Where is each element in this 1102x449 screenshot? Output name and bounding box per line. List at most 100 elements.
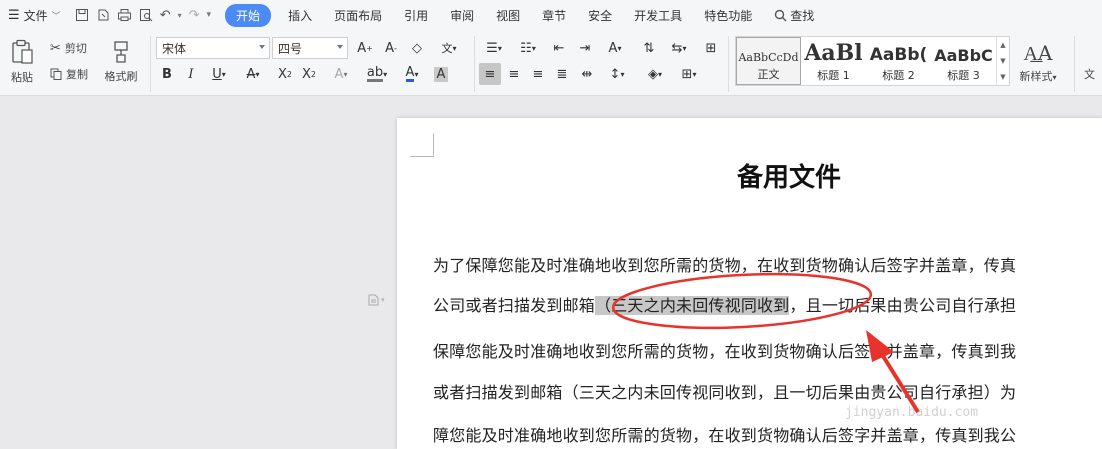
style-label: 标题 1 [817,69,850,82]
shading-icon[interactable]: ◈ ▾ [640,63,670,85]
italic-icon[interactable]: I [180,63,202,85]
increase-indent-icon[interactable]: ⇥ [574,37,596,59]
more-icon: ▼ [1000,73,1006,81]
text-line[interactable]: 保障您能及时准确地收到您所需的货物，在收到货物确认后签字并盖章，传真到我 [433,338,1016,362]
copy-icon [50,68,62,80]
align-left-icon[interactable]: ≡ [479,63,501,85]
style-heading-2[interactable]: AaBb( 标题 2 [866,37,931,85]
zoom-preview-icon[interactable] [139,8,153,22]
highlight-color-icon[interactable]: ab ▾ [362,63,392,85]
chevron-down-icon: ﹀ [51,11,61,22]
brush-icon [114,41,128,63]
copy-label: 复制 [66,68,88,81]
selected-text[interactable]: （三天之内未回传视同收到 [595,296,790,315]
chevron-down-icon: ▼ [1000,57,1006,65]
print-preview-icon[interactable] [96,8,110,22]
decrease-indent-icon[interactable]: ⇤ [548,37,570,59]
subscript-icon[interactable]: X2 [298,63,320,85]
font-size-select[interactable]: 四号 [272,37,348,59]
tab-0[interactable]: 开始 [225,3,272,27]
chinese-layout-icon[interactable]: A ▾ [600,37,630,59]
cut-label: 剪切 [64,42,87,55]
text-effect-icon[interactable]: A ▾ [326,63,356,85]
tab-6[interactable]: 章节 [531,7,577,24]
styles-scroll[interactable]: ▲ ▼ ▼ [996,37,1009,85]
superscript-icon[interactable]: X2 [274,63,296,85]
grow-font-icon[interactable]: A + [354,37,376,59]
style-label: 标题 3 [947,69,980,82]
divider [1074,36,1075,92]
styles-gallery: AaBbCcDd 正文 AaBl 标题 1 AaBb( 标题 2 AaBbC 标… [735,36,1010,86]
font-name-value: 宋体 [162,41,187,56]
clipboard-icon [12,39,33,64]
justify-icon[interactable]: ≣ [551,63,573,85]
tab-3[interactable]: 引用 [393,7,439,24]
customize-toolbar-icon[interactable]: ▾ [207,10,212,20]
show-hide-marks-icon[interactable]: ⇆ ▾ [664,37,694,59]
style-preview: AaBl [804,40,863,66]
copy-button[interactable]: 复制 [50,64,88,84]
tab-4[interactable]: 审阅 [439,7,485,24]
divider [150,36,151,92]
chevron-down-icon: ▾ [381,296,385,304]
search-button[interactable]: 查找 [763,7,825,24]
text-line[interactable]: 或者扫描发到邮箱（三天之内未回传视同收到，且一切后果由贵公司自行承担）为 [433,379,1016,403]
text-run: 公司或者扫描发到邮箱 [433,296,596,315]
chevron-down-icon[interactable]: ▾ [178,11,182,20]
clear-format-icon[interactable]: ◇ [406,37,428,59]
borders-icon[interactable]: ⊞ ▾ [674,63,704,85]
font-color-icon[interactable]: A ▾ [398,63,426,85]
numbered-list-icon[interactable]: ☷ ▾ [514,37,542,59]
bullet-list-icon[interactable]: ☰ ▾ [480,37,508,59]
divider [474,36,475,92]
text-line[interactable]: 为了保障您能及时准确地收到您所需的货物，在收到货物确认后签字并盖章，传真 [433,252,1016,276]
print-icon[interactable] [117,8,132,22]
menu-bar: ☰ 文件 ﹀ ↶ ▾ ↷ ▾ 开始 插入 页面布局 引用 审阅 视图 章节 安全… [0,0,1102,30]
text-line[interactable]: 公司或者扫描发到邮箱（三天之内未回传视同收到，且一切后果由贵公司自行承担 [433,292,1016,316]
format-painter-button[interactable]: 格式刷 [100,36,142,88]
table-layout-icon[interactable]: ⊞ [700,37,722,59]
text-line[interactable]: 障您能及时准确地收到您所需的货物，在收到货物确认后签字并盖章，传真到我公 [433,422,1016,446]
tab-2[interactable]: 页面布局 [323,7,393,24]
chevron-down-icon [259,45,265,49]
file-menu[interactable]: ☰ 文件 ﹀ [0,7,67,24]
paragraph-handle[interactable]: ▾ [368,294,385,306]
underline-icon[interactable]: U ▾ [204,63,234,85]
document-title[interactable]: 备用文件 [737,157,841,194]
ribbon-toolbar: 粘贴 ✂ 剪切 复制 格式刷 宋体 四号 A + A- ◇ 文 ▾ B I U ▾ A… [0,30,1102,96]
tab-8[interactable]: 开发工具 [623,7,693,24]
tab-9[interactable]: 特色功能 [693,7,763,24]
more-tools-button[interactable]: 文 [1084,66,1095,82]
line-spacing-icon[interactable]: ↕ ▾ [602,63,632,85]
strikethrough-icon[interactable]: A ▾ [238,63,268,85]
new-style-icon: A͟A [1023,40,1053,65]
scissors-icon: ✂ [50,40,61,56]
align-center-icon[interactable]: ≡ [503,63,525,85]
save-icon[interactable] [75,8,89,22]
style-heading-3[interactable]: AaBbC 标题 3 [931,37,996,85]
cut-button[interactable]: ✂ 剪切 [50,38,87,58]
char-shading-icon[interactable]: A [430,63,452,85]
shrink-font-icon[interactable]: A- [380,37,402,59]
style-heading-1[interactable]: AaBl 标题 1 [801,37,866,85]
tab-5[interactable]: 视图 [485,7,531,24]
style-preview: AaBbC [934,46,993,65]
style-label: 正文 [757,68,780,81]
paste-button[interactable]: 粘贴 [2,36,42,88]
redo-icon[interactable]: ↷ [189,8,200,23]
format-painter-label: 格式刷 [104,70,138,83]
style-normal[interactable]: AaBbCcDd 正文 [736,37,801,85]
align-right-icon[interactable]: ≡ [527,63,549,85]
undo-icon[interactable]: ↶ [160,8,171,23]
more-tools-label: 文 [1084,68,1095,81]
new-style-button[interactable]: A͟A 新样式▾ [1014,38,1062,86]
sort-icon[interactable]: ⇅ [638,37,660,59]
divider [728,36,729,92]
font-name-select[interactable]: 宋体 [156,37,270,59]
text-run: ，且一切后果由贵公司自行承担 [789,296,1017,315]
phonetic-guide-icon[interactable]: 文 ▾ [434,37,464,59]
tab-7[interactable]: 安全 [577,7,623,24]
tab-1[interactable]: 插入 [277,7,323,24]
distribute-icon[interactable]: ⇹ [576,63,598,85]
bold-icon[interactable]: B [156,63,178,85]
